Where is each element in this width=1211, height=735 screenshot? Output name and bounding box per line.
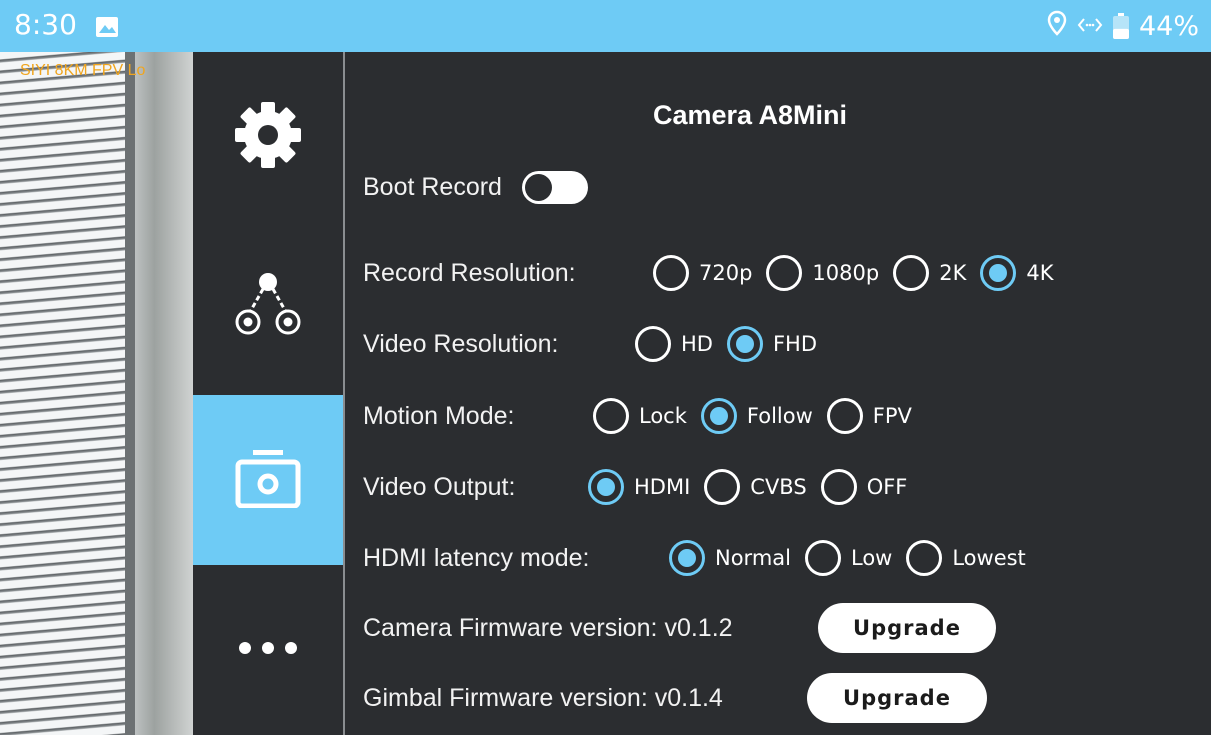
video-resolution-label: Video Resolution: — [363, 329, 559, 358]
feed-window-frame — [125, 52, 135, 735]
radio-button-selected[interactable] — [726, 326, 763, 362]
video-output-label: Video Output: — [363, 472, 516, 501]
video-output-row: Video Output: HDMI CVBS OFF — [363, 462, 907, 512]
boot-record-label: Boot Record — [363, 172, 502, 201]
video-resolution-row: Video Resolution: HD FHD — [363, 319, 817, 369]
page-title: Camera A8Mini — [652, 100, 848, 130]
video-output-option-hdmi[interactable]: HDMI — [588, 469, 690, 505]
camera-icon — [233, 448, 303, 513]
side-item-gimbal[interactable] — [193, 222, 343, 392]
motion-mode-row: Motion Mode: Lock Follow FPV — [363, 391, 912, 441]
record-resolution-option-720p[interactable]: 720p — [653, 255, 752, 291]
motion-mode-label: Motion Mode: — [363, 401, 515, 430]
hdmi-latency-option-normal[interactable]: Normal — [669, 540, 791, 576]
record-resolution-option-1080p[interactable]: 1080p — [766, 255, 879, 291]
motion-mode-option-fpv[interactable]: FPV — [826, 398, 912, 434]
code-icon — [1077, 11, 1103, 42]
radio-button[interactable] — [653, 255, 689, 291]
feed-window-blinds — [0, 52, 125, 735]
video-resolution-option-fhd[interactable]: FHD — [726, 326, 817, 362]
camera-firmware-row: Camera Firmware version: v0.1.2 Upgrade — [363, 603, 996, 653]
hdmi-latency-label: HDMI latency mode: — [363, 543, 590, 572]
gear-icon — [233, 100, 303, 175]
hdmi-latency-option-low[interactable]: Low — [804, 540, 892, 576]
battery-percentage: 44% — [1138, 10, 1199, 42]
image-icon — [96, 17, 118, 37]
camera-settings-panel: Camera A8Mini Boot Record Record Resolut… — [345, 52, 1211, 735]
side-item-more[interactable] — [193, 565, 343, 735]
record-resolution-option-4k[interactable]: 4K — [980, 255, 1053, 291]
boot-record-toggle[interactable] — [521, 170, 588, 204]
radio-button[interactable] — [906, 540, 943, 576]
radio-button[interactable] — [893, 255, 930, 291]
camera-upgrade-button[interactable]: Upgrade — [818, 603, 996, 653]
osd-text: SIYI 8KM FPV Lo — [20, 62, 146, 79]
video-resolution-option-hd[interactable]: HD — [635, 326, 713, 362]
radio-button-selected[interactable] — [700, 398, 737, 434]
camera-firmware-label: Camera Firmware version: v0.1.2 — [363, 613, 733, 642]
more-icon — [233, 638, 303, 663]
hdmi-latency-option-lowest[interactable]: Lowest — [906, 540, 1026, 576]
radio-button-selected[interactable] — [980, 255, 1017, 291]
gimbal-firmware-row: Gimbal Firmware version: v0.1.4 Upgrade — [363, 673, 987, 723]
video-output-option-off[interactable]: OFF — [820, 469, 907, 505]
radio-button[interactable] — [820, 469, 857, 505]
radio-button[interactable] — [704, 469, 741, 505]
hdmi-latency-row: HDMI latency mode: Normal Low Lowest — [363, 533, 1026, 583]
radio-button[interactable] — [766, 255, 803, 291]
side-item-camera[interactable] — [193, 395, 343, 565]
radio-button[interactable] — [635, 326, 671, 362]
record-resolution-row: Record Resolution: 720p 1080p 2K 4K — [363, 248, 1053, 298]
side-menu — [193, 52, 343, 735]
status-bar: 8:30 44% — [0, 0, 1211, 52]
record-resolution-option-2k[interactable]: 2K — [893, 255, 966, 291]
motion-mode-option-lock[interactable]: Lock — [593, 398, 687, 434]
camera-feed[interactable]: SIYI 8KM FPV Lo — [0, 52, 193, 735]
radio-button-selected[interactable] — [588, 469, 624, 505]
radio-button[interactable] — [804, 540, 841, 576]
motion-mode-option-follow[interactable]: Follow — [700, 398, 813, 434]
gimbal-upgrade-button[interactable]: Upgrade — [807, 673, 987, 723]
status-time: 8:30 — [14, 8, 77, 41]
side-item-settings[interactable] — [193, 52, 343, 222]
radio-button-selected[interactable] — [669, 540, 705, 576]
radio-button[interactable] — [593, 398, 629, 434]
boot-record-row: Boot Record — [363, 162, 588, 212]
location-icon — [1047, 10, 1067, 43]
record-resolution-label: Record Resolution: — [363, 258, 576, 287]
battery-icon — [1112, 13, 1129, 39]
gimbal-firmware-label: Gimbal Firmware version: v0.1.4 — [363, 683, 723, 712]
radio-button[interactable] — [826, 398, 863, 434]
video-output-option-cvbs[interactable]: CVBS — [704, 469, 807, 505]
gimbal-icon — [228, 270, 308, 345]
